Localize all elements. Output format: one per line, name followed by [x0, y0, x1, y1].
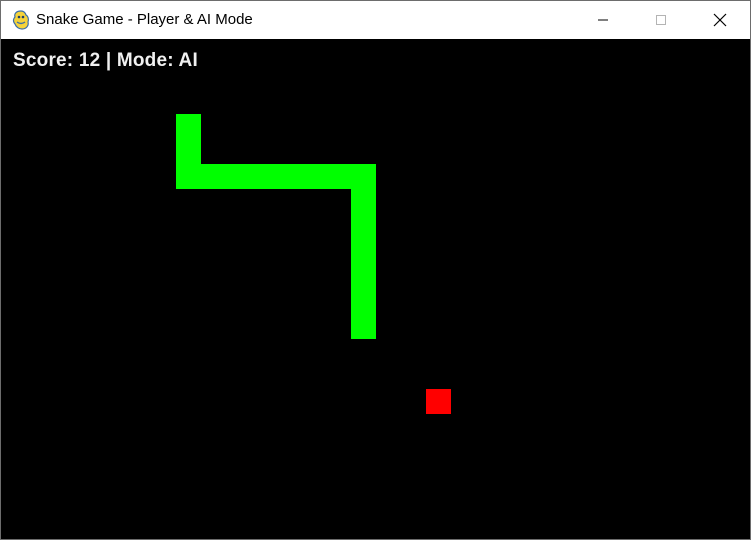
snake-segment [351, 189, 376, 214]
maximize-icon [656, 15, 666, 25]
close-icon [713, 13, 727, 27]
snake-segment [351, 164, 376, 189]
game-canvas[interactable]: Score: 12 | Mode: AI [1, 39, 750, 539]
title-bar[interactable]: Snake Game - Player & AI Mode [1, 1, 750, 39]
food-pellet [426, 389, 451, 414]
score-mode-label: Score: 12 | Mode: AI [13, 50, 198, 71]
snake-segment [251, 164, 276, 189]
snake-segment [351, 239, 376, 264]
minimize-button[interactable] [574, 1, 632, 39]
snake-segment [326, 164, 351, 189]
snake-segment [351, 264, 376, 289]
snake-segment [351, 289, 376, 314]
snake-segment [176, 114, 201, 139]
window-title: Snake Game - Player & AI Mode [36, 11, 253, 28]
pygame-snake-icon [12, 10, 29, 30]
minimize-icon [598, 19, 608, 21]
snake-segment [301, 164, 326, 189]
snake-segment [351, 214, 376, 239]
game-window: Snake Game - Player & AI Mode Score: 12 … [0, 0, 751, 540]
close-button[interactable] [691, 1, 749, 39]
snake-segment [176, 164, 201, 189]
snake-segment [176, 139, 201, 164]
snake-segment [201, 164, 226, 189]
snake-segment [276, 164, 301, 189]
snake-segment [351, 314, 376, 339]
snake-segment [226, 164, 251, 189]
maximize-button[interactable] [632, 1, 690, 39]
